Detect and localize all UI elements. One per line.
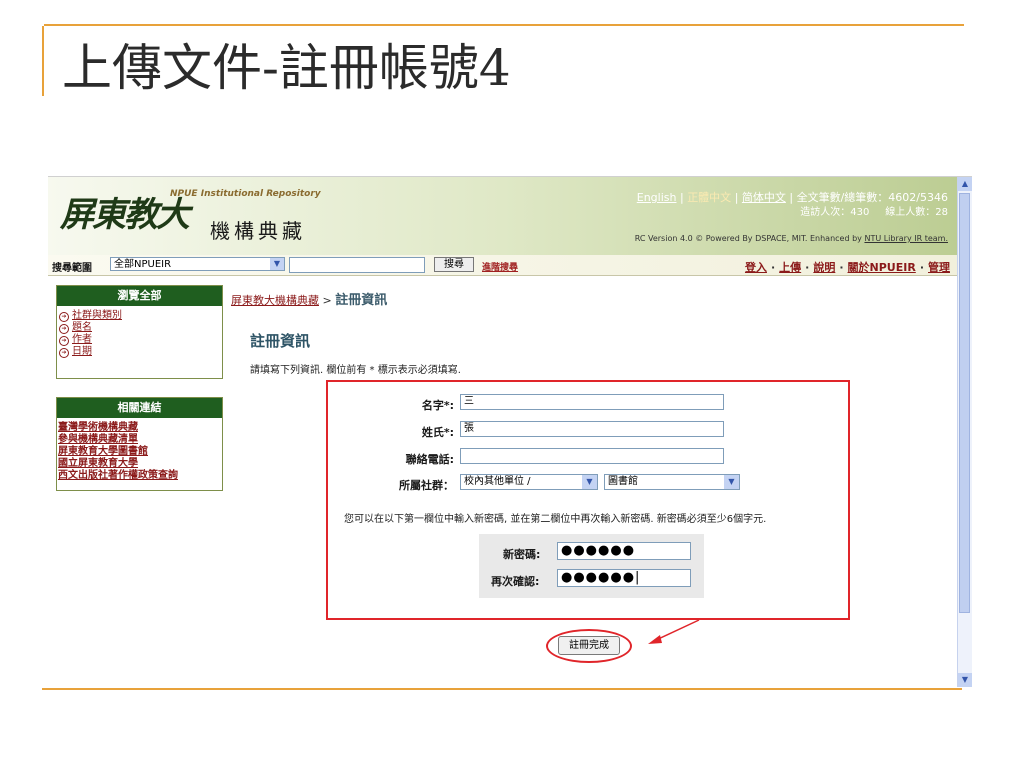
related-link-item[interactable]: 臺灣學術機構典藏 bbox=[57, 422, 222, 434]
site-header: 屏東教大 NPUE Institutional Repository 機構典藏 … bbox=[48, 177, 958, 255]
top-nav: 登入 · 上傳 · 說明 · 關於NPUEIR · 管理 bbox=[744, 261, 950, 274]
browse-item-label: 題名 bbox=[72, 322, 92, 333]
site-logo-english: NPUE Institutional Repository bbox=[170, 189, 321, 199]
breadcrumb-separator: > bbox=[322, 294, 332, 307]
arrow-circle-icon: ➔ bbox=[59, 324, 69, 334]
browse-item-title[interactable]: ➔ 題名 bbox=[57, 322, 222, 334]
form-instruction: 請填寫下列資訊. 欄位前有 * 標示表示必須填寫. bbox=[250, 365, 461, 376]
last-name-label: 姓氏*: bbox=[421, 426, 454, 439]
browse-panel: 瀏覽全部 ➔ 社群與類別 ➔ 題名 ➔ 作者 ➔ 日期 bbox=[56, 285, 223, 379]
advanced-search-link[interactable]: 進階搜尋 bbox=[482, 260, 518, 273]
nav-about[interactable]: 關於NPUEIR bbox=[848, 261, 916, 274]
confirm-password-field[interactable]: ●●●●●●| bbox=[557, 569, 691, 587]
search-scope-value: 全部NPUEIR bbox=[114, 259, 172, 270]
lang-english-link[interactable]: English bbox=[637, 191, 677, 204]
password-instruction: 您可以在以下第一欄位中輸入新密碼, 並在第二欄位中再次輸入新密碼. 新密碼必須至… bbox=[344, 514, 767, 525]
powered-by: RC Version 4.0 © Powered By DSPACE, MIT.… bbox=[635, 234, 948, 243]
browse-item-communities[interactable]: ➔ 社群與類別 bbox=[57, 310, 222, 322]
arrow-circle-icon: ➔ bbox=[59, 336, 69, 346]
visits-count: 造訪人次：430 bbox=[800, 207, 870, 218]
breadcrumb-home-link[interactable]: 屏東教大機構典藏 bbox=[231, 294, 319, 307]
nav-login[interactable]: 登入 bbox=[745, 261, 767, 274]
scroll-thumb[interactable] bbox=[959, 193, 970, 613]
related-link-item[interactable]: 國立屏東教育大學 bbox=[57, 458, 222, 470]
browse-panel-title: 瀏覽全部 bbox=[57, 286, 222, 306]
related-link-item[interactable]: 西文出版社著作權政策查詢 bbox=[57, 470, 222, 482]
slide-left-rule bbox=[42, 26, 44, 96]
pointer-arrow-icon bbox=[648, 619, 700, 644]
browse-item-author[interactable]: ➔ 作者 bbox=[57, 334, 222, 346]
scroll-up-arrow-icon[interactable]: ▲ bbox=[958, 177, 972, 191]
vertical-scrollbar[interactable]: ▲ ▼ bbox=[957, 177, 972, 687]
browse-item-date[interactable]: ➔ 日期 bbox=[57, 346, 222, 358]
slide-top-rule bbox=[44, 24, 964, 26]
affiliation-select-primary[interactable]: 校內其他單位 / ▼ bbox=[460, 474, 598, 490]
slide-title: 上傳文件-註冊帳號4 bbox=[62, 39, 511, 97]
browse-item-label: 作者 bbox=[72, 334, 92, 345]
search-scope-label: 搜尋範圍 bbox=[52, 263, 92, 274]
breadcrumb-current: 註冊資訊 bbox=[335, 293, 388, 308]
password-panel: 新密碼: ●●●●●● 再次確認: ●●●●●●| bbox=[479, 534, 704, 598]
browser-window: 屏東教大 NPUE Institutional Repository 機構典藏 … bbox=[48, 176, 972, 687]
chevron-down-icon[interactable]: ▼ bbox=[724, 475, 739, 489]
scroll-down-arrow-icon[interactable]: ▼ bbox=[958, 673, 972, 687]
submit-registration-button[interactable]: 註冊完成 bbox=[558, 636, 620, 655]
related-link-item[interactable]: 參與機構典藏清單 bbox=[57, 434, 222, 446]
arrow-circle-icon: ➔ bbox=[59, 312, 69, 322]
arrow-circle-icon: ➔ bbox=[59, 348, 69, 358]
chevron-down-icon[interactable]: ▼ bbox=[270, 258, 284, 270]
chevron-down-icon[interactable]: ▼ bbox=[582, 475, 597, 489]
nav-help[interactable]: 說明 bbox=[813, 261, 835, 274]
last-name-field[interactable]: 張 bbox=[460, 421, 724, 437]
phone-field[interactable] bbox=[460, 448, 724, 464]
affiliation-select-secondary[interactable]: 圖書館 ▼ bbox=[604, 474, 740, 490]
first-name-field[interactable]: 三 bbox=[460, 394, 724, 410]
online-count: 線上人數：28 bbox=[885, 207, 948, 218]
page-title: 註冊資訊 bbox=[250, 332, 311, 350]
related-link-item[interactable]: 屏東教育大學圖書館 bbox=[57, 446, 222, 458]
search-button[interactable]: 搜尋 bbox=[434, 257, 474, 272]
search-scope-select[interactable]: 全部NPUEIR ▼ bbox=[110, 257, 285, 271]
browse-item-label: 社群與類別 bbox=[72, 310, 122, 321]
visit-stats: 造訪人次：430 線上人數：28 bbox=[800, 203, 948, 218]
slide-bottom-rule bbox=[42, 688, 962, 690]
first-name-label: 名字*: bbox=[421, 399, 454, 412]
site-logo-chinese: 機構典藏 bbox=[210, 219, 306, 243]
nav-admin[interactable]: 管理 bbox=[928, 261, 950, 274]
browse-item-label: 日期 bbox=[72, 346, 92, 357]
breadcrumb: 屏東教大機構典藏 > 註冊資訊 bbox=[231, 289, 387, 308]
powered-by-text: RC Version 4.0 © Powered By DSPACE, MIT.… bbox=[634, 234, 862, 243]
new-password-label: 新密碼: bbox=[503, 548, 541, 561]
affiliation-primary-value: 校內其他單位 / bbox=[464, 476, 531, 487]
nav-upload[interactable]: 上傳 bbox=[779, 261, 801, 274]
confirm-password-label: 再次確認: bbox=[491, 575, 540, 588]
lang-simplified-link[interactable]: 简体中文 bbox=[742, 191, 786, 204]
related-links-panel: 相關連結 臺灣學術機構典藏 參與機構典藏清單 屏東教育大學圖書館 國立屏東教育大… bbox=[56, 397, 223, 491]
search-bar: 搜尋範圍 全部NPUEIR ▼ 搜尋 進階搜尋 登入 · 上傳 · 說明 · 關於NPUEI… bbox=[48, 255, 958, 276]
affiliation-label: 所屬社群： bbox=[399, 479, 454, 492]
related-links-title: 相關連結 bbox=[57, 398, 222, 418]
affiliation-secondary-value: 圖書館 bbox=[608, 476, 638, 487]
lang-traditional: 正體中文 bbox=[687, 191, 732, 204]
phone-label: 聯絡電話: bbox=[405, 453, 454, 466]
search-input[interactable] bbox=[289, 257, 425, 273]
new-password-field[interactable]: ●●●●●● bbox=[557, 542, 691, 560]
site-logo-calligraphy[interactable]: 屏東教大 bbox=[60, 187, 190, 236]
ntu-team-link[interactable]: NTU Library IR team. bbox=[864, 234, 948, 243]
registration-form-highlight: 名字*: 三 姓氏*: 張 聯絡電話: 所屬社群： 校內其他單位 / ▼ 圖書館… bbox=[326, 380, 850, 620]
